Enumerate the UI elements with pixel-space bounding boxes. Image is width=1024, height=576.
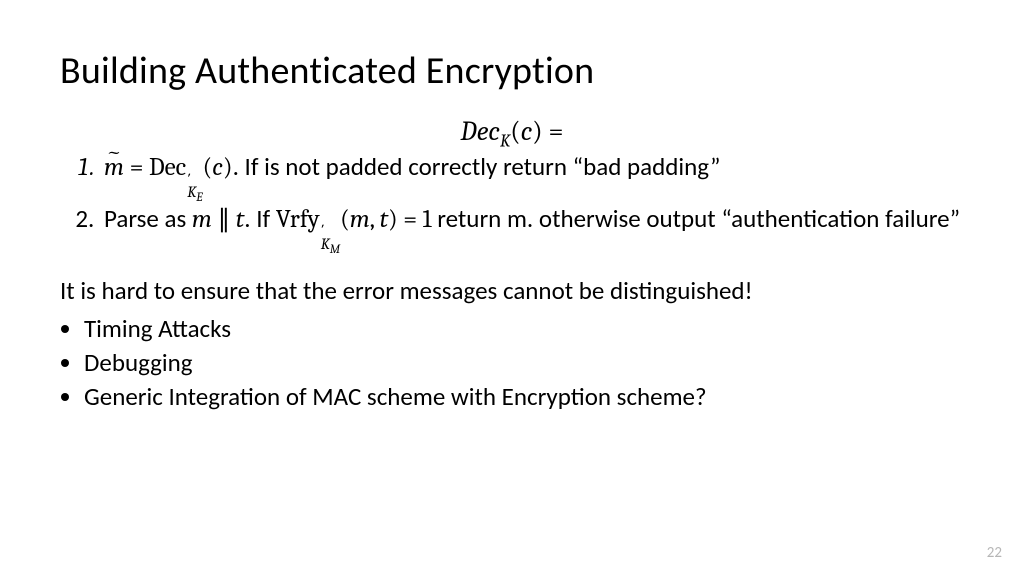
page-number: 22 (987, 544, 1002, 562)
bullet-item: Debugging (84, 347, 964, 379)
note-line: It is hard to ensure that the error mess… (60, 275, 964, 307)
slide-title: Building Authenticated Encryption (60, 48, 964, 94)
step2-mid: . If (244, 203, 276, 234)
step-list: m = Dec′KE(c). If is not padded correctl… (60, 151, 964, 251)
step-2: Parse as m ∥ t. If Vrfy′KM(m, t) = 1 ret… (100, 203, 964, 251)
step-1: m = Dec′KE(c). If is not padded correctl… (100, 151, 964, 199)
slide-body: m = Dec′KE(c). If is not padded correctl… (60, 151, 964, 413)
bullet-item: Timing Attacks (84, 313, 964, 345)
equation-deck: DecK(c) = (60, 116, 964, 147)
bullet-list: Timing Attacks Debugging Generic Integra… (60, 313, 964, 413)
bullet-item: Generic Integration of MAC scheme with E… (84, 381, 964, 413)
step2-pre: Parse as (104, 203, 192, 234)
step2-tail: return m. otherwise output “authenticati… (432, 203, 961, 234)
slide: Building Authenticated Encryption DecK(c… (0, 0, 1024, 576)
step1-text: . If is not padded correctly return “bad… (233, 151, 721, 182)
